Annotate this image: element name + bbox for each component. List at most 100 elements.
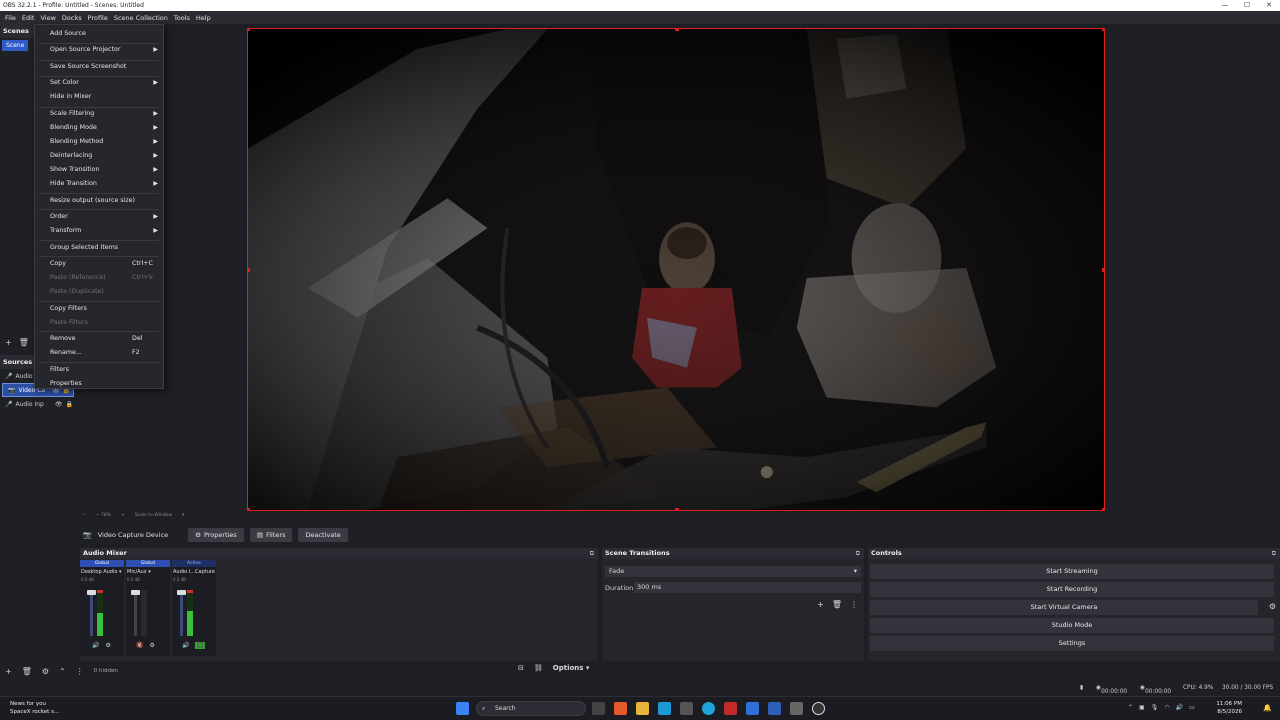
menu-tools[interactable]: Tools <box>171 14 193 22</box>
settings-button[interactable]: Settings <box>870 636 1274 651</box>
volume-slider-handle[interactable] <box>87 590 96 595</box>
undock-icon[interactable]: ⧉ <box>856 548 860 559</box>
resize-handle[interactable] <box>248 268 250 272</box>
download-icon[interactable] <box>746 702 759 715</box>
menu-view[interactable]: View <box>37 14 58 22</box>
store-icon[interactable] <box>680 702 693 715</box>
lock-icon[interactable]: 🔒 <box>65 401 72 408</box>
copilot-icon[interactable] <box>614 702 627 715</box>
gear-icon[interactable]: ⚙ <box>149 642 154 649</box>
preview-canvas[interactable] <box>247 28 1105 511</box>
add-scene-icon[interactable]: + <box>5 338 12 350</box>
tray-app-icon[interactable]: ▣ <box>1139 704 1145 711</box>
channel-name[interactable]: Mic/Aux ▾ <box>126 567 170 577</box>
speaker-icon[interactable]: 🔊 <box>182 642 189 649</box>
context-menu-item[interactable]: Copy Ctrl+C <box>35 258 163 270</box>
deactivate-button[interactable]: Deactivate <box>298 528 348 542</box>
menu-file[interactable]: File <box>2 14 19 22</box>
move-up-icon[interactable]: ⌃ <box>59 667 66 676</box>
context-menu-item[interactable]: Properties <box>35 378 163 390</box>
volume-slider[interactable] <box>180 590 183 636</box>
duration-input[interactable]: 300 ms <box>634 582 861 593</box>
context-menu-item[interactable]: Blending Method ▶ <box>35 136 163 148</box>
obs-icon[interactable] <box>812 702 825 715</box>
file-explorer-icon[interactable] <box>636 702 649 715</box>
menu-profile[interactable]: Profile <box>85 14 111 22</box>
context-menu-item[interactable]: Open Source Projector ▶ <box>35 44 163 56</box>
wifi-icon[interactable]: ◠ <box>1164 704 1169 711</box>
menu-help[interactable]: Help <box>193 14 214 22</box>
more-icon[interactable]: ⋮ <box>850 600 858 609</box>
resize-handle[interactable] <box>1102 268 1104 272</box>
context-menu-item[interactable]: Filters <box>35 364 163 376</box>
resize-handle[interactable] <box>248 29 250 31</box>
context-menu-item[interactable]: Copy Filters <box>35 303 163 315</box>
gear-icon[interactable]: ⚙ <box>105 642 110 649</box>
volume-slider[interactable] <box>90 590 93 636</box>
volume-slider-handle[interactable] <box>177 590 186 595</box>
muted-speaker-icon[interactable]: 🔇 <box>136 642 143 649</box>
context-menu-item[interactable]: Blending Mode ▶ <box>35 122 163 134</box>
task-view-icon[interactable] <box>592 702 605 715</box>
resize-handle[interactable] <box>675 508 679 510</box>
minimize-icon[interactable]: — <box>1214 0 1236 11</box>
channel-name[interactable]: Audio I...Capture ▾ <box>172 567 216 577</box>
add-transition-icon[interactable]: + <box>817 600 824 609</box>
gear-icon[interactable]: ⚙ <box>42 667 49 676</box>
context-menu-item[interactable]: Remove Del <box>35 333 163 345</box>
context-menu-item[interactable]: Hide Transition ▶ <box>35 178 163 190</box>
chevron-up-icon[interactable]: ⌃ <box>1128 704 1133 711</box>
context-menu-item[interactable]: Resize output (source size) <box>35 195 163 207</box>
menu-edit[interactable]: Edit <box>19 14 38 22</box>
volume-slider-handle[interactable] <box>131 590 140 595</box>
resize-handle[interactable] <box>1102 29 1104 31</box>
resize-handle[interactable] <box>1102 508 1104 510</box>
start-recording-button[interactable]: Start Recording <box>870 582 1274 597</box>
gear-icon[interactable]: ⚙ <box>1269 602 1276 611</box>
context-menu-item[interactable]: Deinterlacing ▶ <box>35 150 163 162</box>
context-menu-item[interactable]: Transform ▶ <box>35 225 163 237</box>
context-menu-item[interactable]: Add Source <box>35 28 163 40</box>
mail-icon[interactable] <box>768 702 781 715</box>
add-source-icon[interactable]: + <box>5 667 12 676</box>
studio-mode-button[interactable]: Studio Mode <box>870 618 1274 633</box>
remove-scene-icon[interactable]: 🗑 <box>19 338 29 350</box>
remove-source-icon[interactable]: 🗑 <box>22 667 32 676</box>
speaker-icon[interactable]: 🔊 <box>92 642 99 649</box>
context-menu-item[interactable]: Hide in Mixer <box>35 91 163 103</box>
resize-handle[interactable] <box>675 29 679 31</box>
headphones-icon[interactable]: 🎧 <box>195 642 205 649</box>
eye-icon[interactable]: 👁 <box>55 401 63 408</box>
context-menu-item[interactable]: Show Transition ▶ <box>35 164 163 176</box>
channel-name[interactable]: Desktop Audio ▾ <box>80 567 124 577</box>
context-menu-item[interactable]: Set Color ▶ <box>35 77 163 89</box>
remove-transition-icon[interactable]: 🗑 <box>832 600 842 609</box>
properties-button[interactable]: ⚙ Properties <box>188 528 244 542</box>
chevron-down-icon[interactable]: ▾ <box>182 513 184 518</box>
shield-icon[interactable] <box>724 702 737 715</box>
zoom-mode[interactable]: Scale to Window <box>135 513 172 518</box>
start-streaming-button[interactable]: Start Streaming <box>870 564 1274 579</box>
maximize-icon[interactable]: ☐ <box>1236 0 1258 11</box>
context-menu-item[interactable]: Scale Filtering ▶ <box>35 108 163 120</box>
context-menu-item[interactable]: Rename... F2 <box>35 347 163 359</box>
volume-icon[interactable]: 🔊 <box>1176 704 1183 711</box>
close-icon[interactable]: ✕ <box>1258 0 1280 11</box>
edge-icon[interactable] <box>658 702 671 715</box>
start-virtual-camera-button[interactable]: Start Virtual Camera <box>870 600 1258 615</box>
menu-docks[interactable]: Docks <box>59 14 85 22</box>
notification-icon[interactable]: 🔔 <box>1263 704 1272 712</box>
context-menu-item[interactable]: Save Source Screenshot <box>35 61 163 73</box>
help-icon[interactable] <box>702 702 715 715</box>
scene-item[interactable]: Scene <box>2 40 28 51</box>
more-icon[interactable]: ⋮ <box>76 667 84 676</box>
undock-icon[interactable]: ⧉ <box>590 548 594 559</box>
volume-slider[interactable] <box>134 590 137 636</box>
windows-start-icon[interactable] <box>456 702 469 715</box>
resize-handle[interactable] <box>248 508 250 510</box>
undock-icon[interactable]: ⧉ <box>1272 548 1276 559</box>
source-item[interactable]: 🎤 Audio Inp 👁 🔒 <box>0 397 78 411</box>
context-menu-item[interactable]: Group Selected Items <box>35 242 163 254</box>
filters-button[interactable]: ▤ Filters <box>249 528 293 542</box>
battery-icon[interactable]: ▭ <box>1189 704 1195 711</box>
